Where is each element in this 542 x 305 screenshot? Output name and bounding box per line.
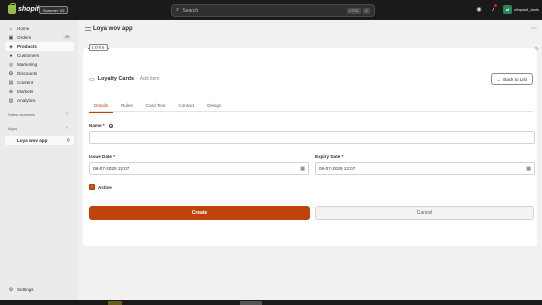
cancel-button[interactable]: Cancel [315, 206, 534, 220]
edition-badge[interactable]: Summer '25 [39, 6, 69, 14]
sidebar-item-markets[interactable]: ⊕ Markets [5, 87, 74, 96]
gear-icon: ⚙ [8, 286, 14, 293]
tab-design[interactable]: Design [202, 98, 226, 112]
app-header: Loya wov app [78, 20, 542, 38]
tab-bar: Details Rules Card Text Contact Design [89, 98, 533, 113]
orders-count-badge: 29 [63, 35, 71, 40]
discounts-icon: ✪ [8, 70, 14, 77]
back-to-list-button[interactable]: ← Back to List [490, 73, 533, 85]
orders-icon: ▣ [8, 34, 14, 41]
avatar[interactable]: of [503, 5, 512, 14]
loyalty-card-icon: ▭ [89, 76, 95, 83]
name-field[interactable] [89, 131, 535, 144]
search-bar[interactable]: ⌕ CTRL K [171, 4, 375, 17]
calendar-icon[interactable]: ▦ [300, 166, 305, 172]
sidebar-item-discounts[interactable]: ✪ Discounts [5, 69, 74, 78]
pin-icon[interactable]: ⚲ [66, 138, 70, 144]
store-name[interactable]: ottapadi_fanis [514, 7, 539, 12]
active-checkbox-row[interactable]: ✓ Active [89, 184, 112, 190]
content-icon: ▤ [8, 79, 14, 86]
more-icon[interactable]: ⋯ [531, 25, 537, 32]
tab-details[interactable]: Details [89, 98, 114, 113]
calendar-icon[interactable]: ▦ [526, 166, 531, 172]
markets-icon: ⊕ [8, 88, 14, 95]
sidebar-item-products[interactable]: ◈ Products [5, 42, 74, 51]
loya-logo: LOYA [88, 44, 109, 51]
sidebar-item-home[interactable]: ⌂ Home [5, 24, 74, 33]
chevron-right-icon[interactable]: › [66, 125, 68, 131]
customers-icon: ● [9, 52, 13, 59]
shopify-bag-icon [8, 3, 16, 14]
marketing-icon: ◎ [8, 61, 14, 68]
app-title: Loya wov app [93, 26, 133, 32]
issue-date-field[interactable]: ▦ [89, 162, 309, 175]
required-mark: * [102, 123, 105, 128]
taskbar-item[interactable] [108, 301, 122, 305]
sidebar-item-settings[interactable]: ⚙ Settings [5, 285, 74, 294]
notification-dot [494, 4, 497, 7]
issue-date-label: Issue Date * [89, 154, 116, 159]
sidebar-item-orders[interactable]: ▣ Orders 29 [5, 33, 74, 42]
tab-card-text[interactable]: Card Text [141, 98, 171, 112]
chevron-right-icon[interactable]: › [66, 111, 68, 117]
name-input[interactable] [93, 135, 531, 140]
sidebar-item-marketing[interactable]: ◎ Marketing [5, 60, 74, 69]
page-subtitle: Add item [139, 76, 160, 82]
title-separator: · [136, 76, 138, 82]
shopify-logo[interactable]: shopify [8, 3, 43, 14]
bottom-strip [0, 300, 542, 305]
app-menu-icon [85, 27, 91, 31]
scrollbar-thumb[interactable] [240, 301, 262, 305]
active-label: Active [98, 184, 112, 190]
sidebar: ⌂ Home ▣ Orders 29 ◈ Products ● Customer… [0, 20, 78, 300]
required-mark: * [113, 154, 116, 159]
sidebar-item-content[interactable]: ▤ Content [5, 78, 74, 87]
page-header: ▭ Loyalty Cards · Add item ← Back to Lis… [89, 73, 533, 85]
sidebar-item-customers[interactable]: ● Customers [5, 51, 74, 60]
search-input[interactable] [182, 7, 345, 14]
tab-contact[interactable]: Contact [173, 98, 199, 112]
issue-date-input[interactable] [93, 166, 301, 171]
shortcut-k: K [363, 7, 370, 14]
main-content: Loya wov app ⋯ ⚲ LOYA ▭ Loyalty Cards · … [78, 20, 542, 300]
sales-channels-label: Sales channels [8, 112, 36, 117]
required-mark: * [341, 154, 344, 159]
apps-label: Apps [8, 126, 18, 131]
expiry-date-field[interactable]: ▦ [315, 162, 535, 175]
bell-icon[interactable]: ♪ [489, 6, 497, 14]
analytics-icon: ▥ [8, 97, 14, 104]
products-icon: ◈ [9, 43, 13, 50]
sidebar-item-loya-app[interactable]: Loya wov app ⚲ [5, 136, 74, 145]
help-icon[interactable]: ◉ [475, 6, 483, 14]
page-title: Loyalty Cards [97, 76, 135, 82]
arrow-left-icon: ← [496, 76, 502, 82]
name-label: Name * ? [89, 123, 113, 129]
search-icon: ⌕ [176, 7, 180, 13]
expiry-date-input[interactable] [319, 166, 527, 171]
tab-rules[interactable]: Rules [116, 98, 138, 112]
info-icon[interactable]: ? [108, 123, 113, 129]
top-bar: shopify Summer '25 ⌕ CTRL K ◉ ♪ of ottap… [0, 0, 542, 20]
sidebar-item-analytics[interactable]: ▥ Analytics [5, 96, 74, 105]
active-checkbox[interactable]: ✓ [89, 184, 95, 190]
home-icon: ⌂ [9, 25, 13, 32]
expiry-date-label: Expiry Date * [315, 154, 344, 159]
shortcut-ctrl: CTRL [346, 7, 362, 14]
form-card: LOYA ▭ Loyalty Cards · Add item ← Back t… [83, 44, 537, 246]
create-button[interactable]: Create [89, 206, 310, 220]
